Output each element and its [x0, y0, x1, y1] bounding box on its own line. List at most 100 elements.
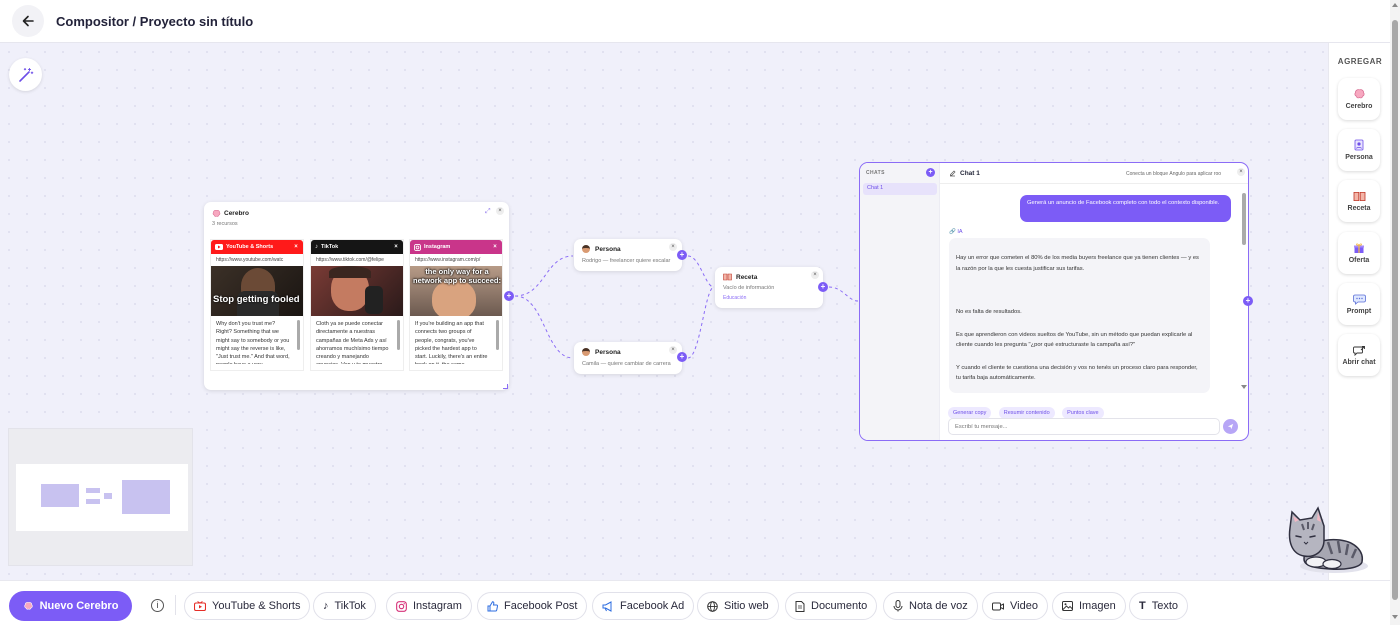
- youtube-icon: [215, 244, 223, 250]
- chat-list-item[interactable]: Chat 1: [863, 183, 937, 195]
- edge-persona1-recipe: [687, 255, 715, 288]
- sidebar-title: AGREGAR: [1337, 57, 1383, 66]
- tiktok-icon: ♪: [315, 244, 318, 250]
- magic-wand-button[interactable]: [9, 58, 42, 91]
- persona-node-1[interactable]: Persona Rodrigo — freelancer quiere esca…: [574, 239, 682, 271]
- recipe-tag: Educación: [723, 295, 747, 301]
- brain-icon: [23, 602, 33, 610]
- thumbnail-caption: the only way for a network app to succee…: [413, 267, 501, 285]
- sidebar-item-cerebro[interactable]: Cerebro: [1338, 78, 1380, 120]
- persona-icon: [1354, 139, 1364, 151]
- chat-bubble-icon: [1352, 294, 1366, 305]
- scrollbar-thumb[interactable]: [397, 320, 400, 350]
- persona-node-2[interactable]: Persona Camila — quiere cambiar de carre…: [574, 342, 682, 374]
- chat-scrollbar-thumb[interactable]: [1242, 193, 1246, 245]
- sidebar-item-oferta[interactable]: Oferta: [1338, 232, 1380, 274]
- app-root: Compositor / Proyecto sin título Cerebro…: [0, 0, 1400, 625]
- scroll-up-icon[interactable]: [1392, 3, 1398, 7]
- persona-subtitle: Rodrigo — freelancer quiere escalar: [582, 258, 671, 264]
- source-text-button[interactable]: T Texto: [1129, 592, 1189, 620]
- new-chat-button[interactable]: +: [926, 168, 935, 177]
- link-icon: 🔗: [949, 229, 956, 235]
- persona-2-output-port[interactable]: +: [677, 352, 687, 362]
- sidebar-item-abrir-chat[interactable]: Abrir chat: [1338, 334, 1380, 376]
- ai-paragraph: Y cuando el cliente te cuestiona una dec…: [956, 364, 1198, 382]
- brain-output-port[interactable]: +: [504, 291, 514, 301]
- recipe-node[interactable]: Receta Vacío de información Educación ×: [715, 267, 823, 308]
- ai-paragraph: Es que aprendieron con videos sueltos de…: [956, 331, 1193, 349]
- persona-title: Persona: [595, 349, 621, 356]
- chat-output-port[interactable]: +: [1243, 296, 1253, 306]
- close-icon[interactable]: ×: [491, 243, 499, 251]
- persona-subtitle: Camila — quiere cambiar de carrera: [582, 361, 671, 367]
- recipe-output-port[interactable]: +: [818, 282, 828, 292]
- source-facebook-post-button[interactable]: Facebook Post: [477, 592, 588, 620]
- source-header-youtube: YouTube & Shorts ×: [211, 240, 303, 254]
- scrollbar-thumb[interactable]: [496, 320, 499, 350]
- persona-1-output-port[interactable]: +: [677, 250, 687, 260]
- source-instagram-button[interactable]: Instagram: [386, 592, 472, 620]
- info-button[interactable]: i: [151, 599, 164, 612]
- chats-label: CHATS: [866, 170, 885, 176]
- source-image-button[interactable]: Imagen: [1052, 592, 1126, 620]
- send-button[interactable]: [1223, 419, 1238, 434]
- info-icon: i: [156, 600, 159, 610]
- resize-handle[interactable]: [503, 384, 508, 389]
- source-header-tiktok: ♪ TikTok ×: [311, 240, 403, 254]
- sidebar-item-receta[interactable]: Receta: [1338, 180, 1380, 222]
- document-icon: [795, 600, 805, 612]
- close-icon[interactable]: ×: [496, 207, 504, 215]
- source-name: Instagram: [424, 244, 451, 250]
- new-brain-button[interactable]: Nuevo Cerebro: [9, 591, 132, 621]
- page-scrollbar[interactable]: [1390, 0, 1400, 625]
- close-icon[interactable]: ×: [669, 346, 677, 354]
- sidebar-item-label: Cerebro: [1345, 103, 1373, 110]
- image-icon: [1062, 601, 1073, 611]
- minimap[interactable]: [8, 428, 193, 566]
- source-card-tiktok[interactable]: ♪ TikTok × https://www.tiktok.com/@felip…: [310, 239, 404, 371]
- recipe-title: Receta: [736, 274, 758, 281]
- edge-brain-persona2: [514, 295, 574, 359]
- close-icon[interactable]: ×: [392, 243, 400, 251]
- minimap-node: [86, 488, 100, 493]
- page-scrollbar-thumb[interactable]: [1392, 20, 1398, 600]
- source-name: YouTube & Shorts: [226, 244, 274, 250]
- brain-node[interactable]: Cerebro 3 recursos ⤢ × YouTube & Shorts …: [204, 202, 509, 390]
- source-tiktok-button[interactable]: ♪ TikTok: [313, 592, 376, 620]
- tiktok-icon: ♪: [323, 600, 329, 612]
- minimap-node: [122, 480, 170, 514]
- edge-brain-persona1: [514, 255, 574, 297]
- chat-node[interactable]: CHATS + Chat 1 Chat 1 Conecta un bloque …: [859, 162, 1249, 441]
- close-icon[interactable]: ×: [1237, 168, 1245, 176]
- close-icon[interactable]: ×: [811, 271, 819, 279]
- scrollbar-thumb[interactable]: [297, 320, 300, 350]
- chat-edit-icon: [950, 170, 956, 177]
- chat-scroll-down-icon[interactable]: [1241, 385, 1247, 389]
- source-youtube-button[interactable]: YouTube & Shorts: [184, 592, 311, 620]
- brain-node-subtitle: 3 recursos: [212, 221, 238, 227]
- text-icon: T: [1139, 600, 1146, 612]
- ai-message-bubble: Hay un error que cometen el 80% de los m…: [949, 238, 1210, 393]
- source-voice-note-button[interactable]: Nota de voz: [883, 592, 978, 620]
- close-icon[interactable]: ×: [669, 243, 677, 251]
- scroll-down-icon[interactable]: [1392, 615, 1398, 619]
- source-card-youtube[interactable]: YouTube & Shorts × https://www.youtube.c…: [210, 239, 304, 371]
- expand-icon[interactable]: ⤢: [485, 208, 491, 216]
- instagram-icon: [414, 243, 421, 251]
- sidebar-item-prompt[interactable]: Prompt: [1338, 283, 1380, 325]
- source-facebook-ad-button[interactable]: Facebook Ad: [592, 592, 695, 620]
- source-video-button[interactable]: Video: [982, 592, 1048, 620]
- sidebar-item-persona[interactable]: Persona: [1338, 129, 1380, 171]
- persona-avatar-icon: [582, 348, 590, 356]
- megaphone-icon: [602, 600, 614, 612]
- send-icon: [1227, 423, 1234, 430]
- source-card-instagram[interactable]: Instagram × https://www.instagram.com/p/…: [409, 239, 503, 371]
- suggestion-chips: Generar copy Resumir contenido Puntos cl…: [948, 401, 1107, 419]
- ai-label: 🔗 IA: [949, 229, 963, 235]
- ai-paragraph: No es falta de resultados.: [956, 309, 1022, 315]
- source-website-button[interactable]: Sitio web: [697, 592, 779, 620]
- close-icon[interactable]: ×: [292, 243, 300, 251]
- sidebar-item-label: Abrir chat: [1342, 358, 1376, 366]
- chat-message-input[interactable]: [948, 418, 1220, 435]
- source-document-button[interactable]: Documento: [785, 592, 878, 620]
